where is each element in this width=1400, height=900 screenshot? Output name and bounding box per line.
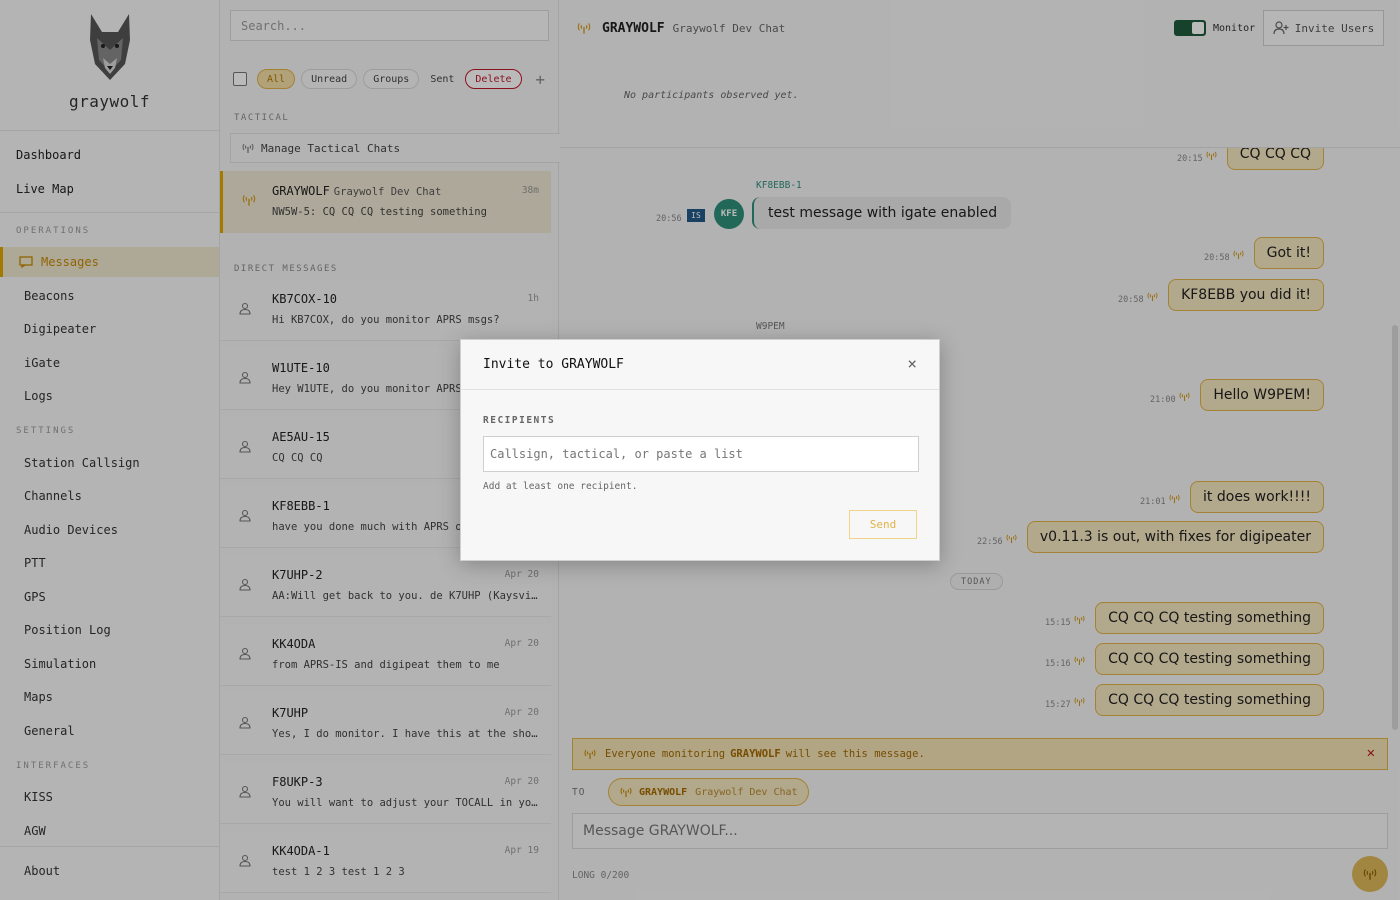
close-icon[interactable]: × (907, 354, 917, 373)
recipients-label: RECIPIENTS (483, 415, 556, 426)
modal-title: Invite to GRAYWOLF (483, 357, 624, 372)
send-invite-button[interactable]: Send (849, 510, 917, 539)
modal-header: Invite to GRAYWOLF (461, 340, 939, 390)
recipients-input[interactable] (483, 436, 919, 472)
recipients-hint: Add at least one recipient. (483, 481, 638, 492)
invite-modal: Invite to GRAYWOLF × RECIPIENTS Add at l… (460, 339, 940, 561)
